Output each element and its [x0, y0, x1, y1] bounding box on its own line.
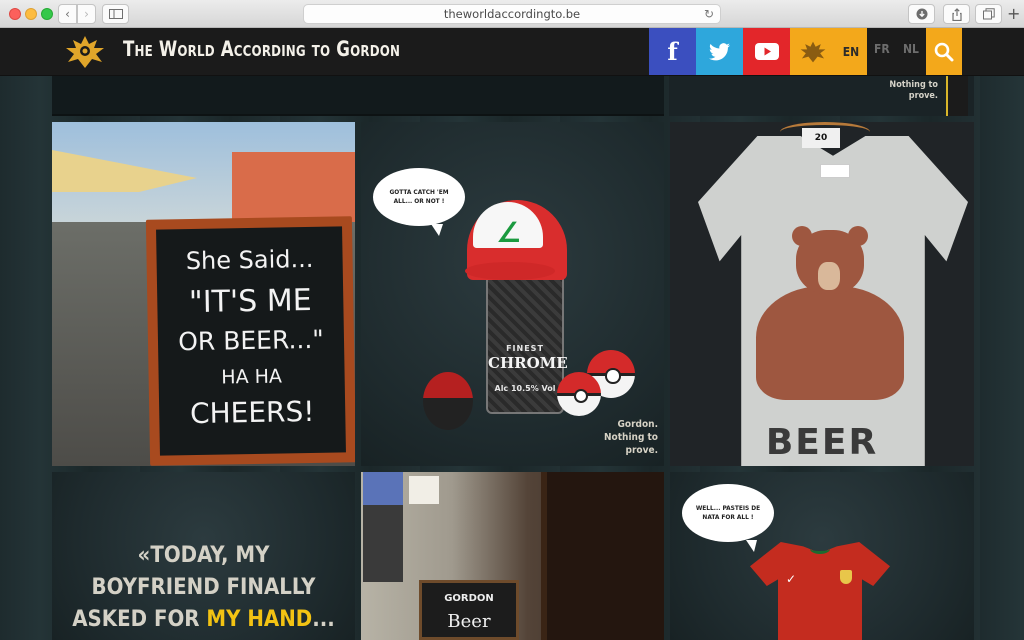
- open-pokeball-image: [423, 372, 473, 430]
- bear-snout: [818, 262, 840, 290]
- speech-bubble: WELL... PASTEIS DE NATA FOR ALL !: [682, 484, 774, 552]
- swoosh-icon: ✓: [786, 572, 797, 586]
- can-label: Alc 10.5% Vol: [494, 384, 556, 393]
- cap-brim-image: [465, 262, 555, 280]
- sign-line: She Said...: [185, 244, 314, 276]
- quote-highlight: my hand: [206, 607, 313, 632]
- post-tile-pokemon[interactable]: GOTTA CATCH 'EM ALL... OR NOT ! FINEST C…: [361, 122, 664, 466]
- board-brand: GORDON: [444, 593, 494, 604]
- shirt-print-text: BEER: [765, 422, 879, 463]
- can-image: [946, 76, 968, 116]
- quote-line: boyfriend finally: [91, 575, 316, 600]
- sidebar-icon: [108, 9, 123, 19]
- quote-text: «Today, my boyfriend finally asked for m…: [52, 540, 355, 636]
- browser-toolbar: ‹ › theworldaccordingto.be ↻ +: [0, 0, 1024, 28]
- umbrella-image: [52, 150, 197, 192]
- jersey-crest-icon: [840, 570, 852, 584]
- crest-icon: [800, 41, 825, 62]
- site-title[interactable]: The World According to Gordon: [123, 37, 400, 61]
- can-label: CHROME: [488, 354, 568, 372]
- speech-bubble: GOTTA CATCH 'EM ALL... OR NOT !: [373, 168, 465, 236]
- forward-button[interactable]: ›: [77, 4, 96, 24]
- post-tile-jersey[interactable]: WELL... PASTEIS DE NATA FOR ALL ! ✓: [670, 472, 974, 640]
- content-area: Nothing to prove. She Said... "IT'S ME O…: [0, 76, 1024, 640]
- post-tile-top-right[interactable]: Nothing to prove.: [669, 76, 974, 116]
- youtube-icon: [754, 43, 779, 60]
- door-image: [541, 472, 664, 640]
- search-icon: [934, 42, 954, 61]
- tab-overview-button[interactable]: [975, 4, 1002, 24]
- minimize-window-button[interactable]: [25, 8, 37, 20]
- shirt-label: [820, 164, 850, 178]
- youtube-button[interactable]: [743, 28, 790, 75]
- quote-line: «Today, my: [137, 543, 270, 568]
- post-tile-tshirt[interactable]: 20 BEER: [670, 122, 974, 466]
- chalkboard-sign: She Said... "IT'S ME OR BEER..." HA HA C…: [145, 216, 355, 466]
- chalkboard-face: She Said... "IT'S ME OR BEER..." HA HA C…: [156, 226, 346, 456]
- sign-line: OR BEER...": [177, 324, 325, 357]
- crest-button[interactable]: [790, 28, 835, 75]
- sidebar-toggle-button[interactable]: [102, 4, 129, 24]
- share-button[interactable]: [943, 4, 970, 24]
- person-image: [363, 472, 403, 582]
- download-icon: [916, 8, 927, 20]
- bear-illustration: [756, 226, 904, 420]
- twitter-button[interactable]: [696, 28, 743, 75]
- shop-sign-image: [409, 476, 439, 504]
- can-label: FINEST: [506, 344, 544, 353]
- size-tag: 20: [802, 128, 840, 148]
- share-icon: [951, 7, 962, 21]
- chevron-left-icon: ‹: [65, 7, 70, 21]
- gordon-crest-logo[interactable]: [62, 34, 108, 70]
- facebook-icon: f: [667, 37, 678, 66]
- sign-line: CHEERS!: [189, 394, 315, 431]
- bear-body: [756, 286, 904, 400]
- tabs-icon: [982, 8, 995, 20]
- beer-can-image: FINEST CHROME Alc 10.5% Vol: [486, 264, 568, 414]
- reload-icon[interactable]: ↻: [704, 7, 714, 21]
- site-header: The World According to Gordon f EN FR NL: [0, 28, 1024, 76]
- sign-line: HA HA: [221, 365, 283, 389]
- zoom-window-button[interactable]: [41, 8, 53, 20]
- new-tab-button[interactable]: +: [1007, 4, 1023, 24]
- gordon-board: GORDON Beer: [419, 580, 519, 640]
- search-button[interactable]: [926, 28, 962, 75]
- sign-line: "IT'S ME: [188, 282, 312, 321]
- back-button[interactable]: ‹: [58, 4, 77, 24]
- post-tile-street[interactable]: GORDON Beer: [361, 472, 664, 640]
- language-fr[interactable]: FR: [874, 42, 890, 56]
- language-en[interactable]: EN: [835, 28, 867, 75]
- twitter-icon: [708, 42, 730, 60]
- tile-caption: Gordon. Nothing to prove.: [604, 419, 658, 456]
- url-text: theworldaccordingto.be: [443, 7, 581, 21]
- tile-caption: Nothing to prove.: [889, 80, 938, 101]
- language-nl[interactable]: NL: [903, 42, 919, 56]
- close-window-button[interactable]: [9, 8, 21, 20]
- board-word: Beer: [447, 611, 491, 632]
- quote-fragment: ...: [312, 607, 335, 632]
- quote-fragment: asked for: [72, 607, 207, 632]
- post-tile-quote[interactable]: «Today, my boyfriend finally asked for m…: [52, 472, 355, 640]
- downloads-button[interactable]: [908, 4, 935, 24]
- jersey-collar: [810, 544, 830, 554]
- jersey-image: [750, 542, 890, 640]
- post-tile-sign[interactable]: She Said... "IT'S ME OR BEER..." HA HA C…: [52, 122, 355, 466]
- cap-logo: ∠: [496, 216, 522, 249]
- pokeball-image: [557, 372, 601, 416]
- address-bar[interactable]: theworldaccordingto.be ↻: [303, 4, 721, 24]
- post-tile-top-left[interactable]: [52, 76, 664, 116]
- chevron-right-icon: ›: [84, 7, 89, 21]
- facebook-button[interactable]: f: [649, 28, 696, 75]
- quote-line: asked for my hand...: [52, 604, 355, 636]
